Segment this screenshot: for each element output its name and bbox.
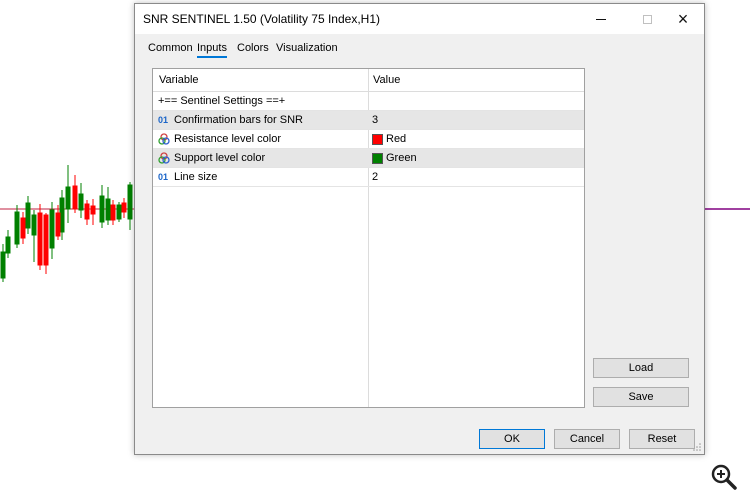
row-value[interactable]: 3	[372, 114, 378, 126]
ok-button[interactable]: OK	[479, 429, 545, 449]
grid-row-support-color[interactable]: Support level color Green	[153, 149, 584, 168]
dialog-title: SNR SENTINEL 1.50 (Volatility 75 Index,H…	[143, 12, 380, 26]
grid-row-line-size[interactable]: 01 Line size 2	[153, 168, 584, 187]
title-bar[interactable]: SNR SENTINEL 1.50 (Volatility 75 Index,H…	[135, 4, 704, 34]
minimize-button[interactable]	[578, 4, 624, 34]
row-value[interactable]: 2	[372, 171, 378, 183]
color-param-icon	[158, 152, 170, 164]
green-color-swatch	[372, 152, 383, 164]
integer-param-icon: 01	[158, 115, 169, 125]
maximize-icon	[642, 14, 652, 24]
row-variable: Support level color	[174, 152, 266, 164]
tab-common[interactable]: Common	[148, 42, 193, 54]
close-button[interactable]: ×	[660, 4, 706, 34]
row-variable: +== Sentinel Settings ==+	[158, 95, 286, 107]
tab-colors[interactable]: Colors	[237, 42, 269, 54]
row-value[interactable]: Red	[372, 133, 406, 145]
row-variable: Line size	[174, 171, 218, 183]
row-value[interactable]: Green	[372, 152, 417, 164]
column-header-value[interactable]: Value	[373, 74, 400, 86]
cancel-button[interactable]: Cancel	[554, 429, 620, 449]
load-button[interactable]: Load	[593, 358, 689, 378]
save-button[interactable]: Save	[593, 387, 689, 407]
candles	[0, 165, 133, 282]
grid-row-section-header[interactable]: +== Sentinel Settings ==+	[153, 92, 584, 111]
reset-button[interactable]: Reset	[629, 429, 695, 449]
zoom-in-icon[interactable]	[709, 462, 739, 492]
tab-visualization[interactable]: Visualization	[276, 42, 338, 54]
minimize-icon	[596, 18, 606, 20]
tab-inputs[interactable]: Inputs	[197, 42, 227, 58]
column-header-variable[interactable]: Variable	[159, 74, 199, 86]
indicator-properties-dialog: SNR SENTINEL 1.50 (Volatility 75 Index,H…	[134, 3, 705, 455]
color-param-icon	[158, 133, 170, 145]
integer-param-icon: 01	[158, 172, 169, 182]
grid-row-resistance-color[interactable]: Resistance level color Red	[153, 130, 584, 149]
row-variable: Resistance level color	[174, 133, 281, 145]
row-variable: Confirmation bars for SNR	[174, 114, 303, 126]
grid-row-confirmation-bars[interactable]: 01 Confirmation bars for SNR 3	[153, 111, 584, 130]
red-color-swatch	[372, 133, 383, 145]
resize-grip-icon[interactable]	[692, 442, 702, 452]
inputs-grid: Variable Value +== Sentinel Settings ==+…	[152, 68, 585, 408]
close-icon: ×	[677, 9, 689, 29]
